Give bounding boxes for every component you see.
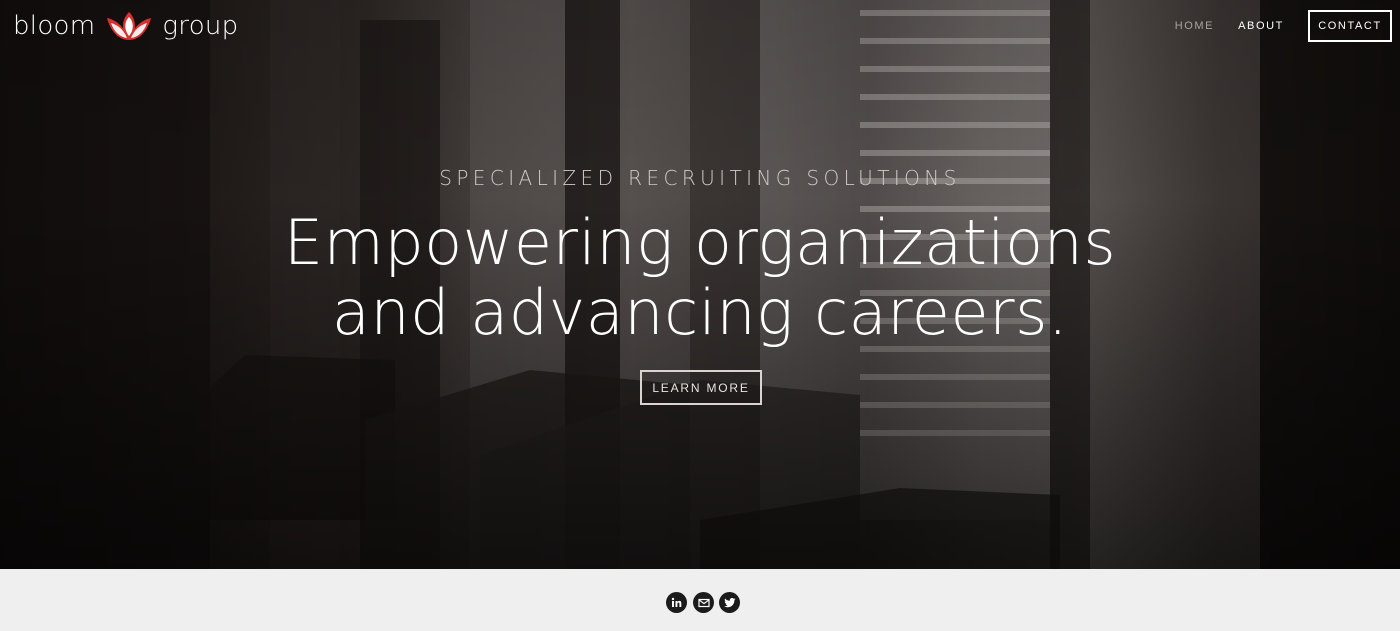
bird-glyph — [723, 597, 735, 607]
top-navigation: HOME ABOUT CONTACT — [1175, 10, 1392, 42]
brand-name-right: group — [162, 11, 239, 41]
linkedin-glyph — [671, 597, 682, 607]
learn-more-button[interactable]: LEARN MORE — [640, 370, 762, 405]
linkedin-icon[interactable] — [666, 592, 687, 613]
brand-logo[interactable]: bloom group — [13, 8, 239, 44]
email-icon[interactable] — [693, 592, 714, 613]
hero-section: bloom group HOME ABOUT CONTACT SPECIALIZ… — [0, 0, 1400, 569]
nav-home-link[interactable]: HOME — [1175, 20, 1214, 32]
twitter-icon[interactable] — [719, 592, 740, 613]
brand-name-left: bloom — [13, 11, 96, 41]
nav-about-link[interactable]: ABOUT — [1238, 20, 1284, 32]
hero-headline-line-1: Empowering organizations — [283, 206, 1117, 279]
nav-contact-button[interactable]: CONTACT — [1308, 10, 1392, 42]
hero-headline-line-2: and advancing careers. — [331, 276, 1069, 349]
lotus-icon — [107, 12, 152, 40]
envelope-glyph — [697, 598, 710, 607]
hero-headline: Empowering organizations and advancing c… — [0, 208, 1400, 348]
hero-kicker: SPECIALIZED RECRUITING SOLUTIONS — [439, 166, 961, 190]
